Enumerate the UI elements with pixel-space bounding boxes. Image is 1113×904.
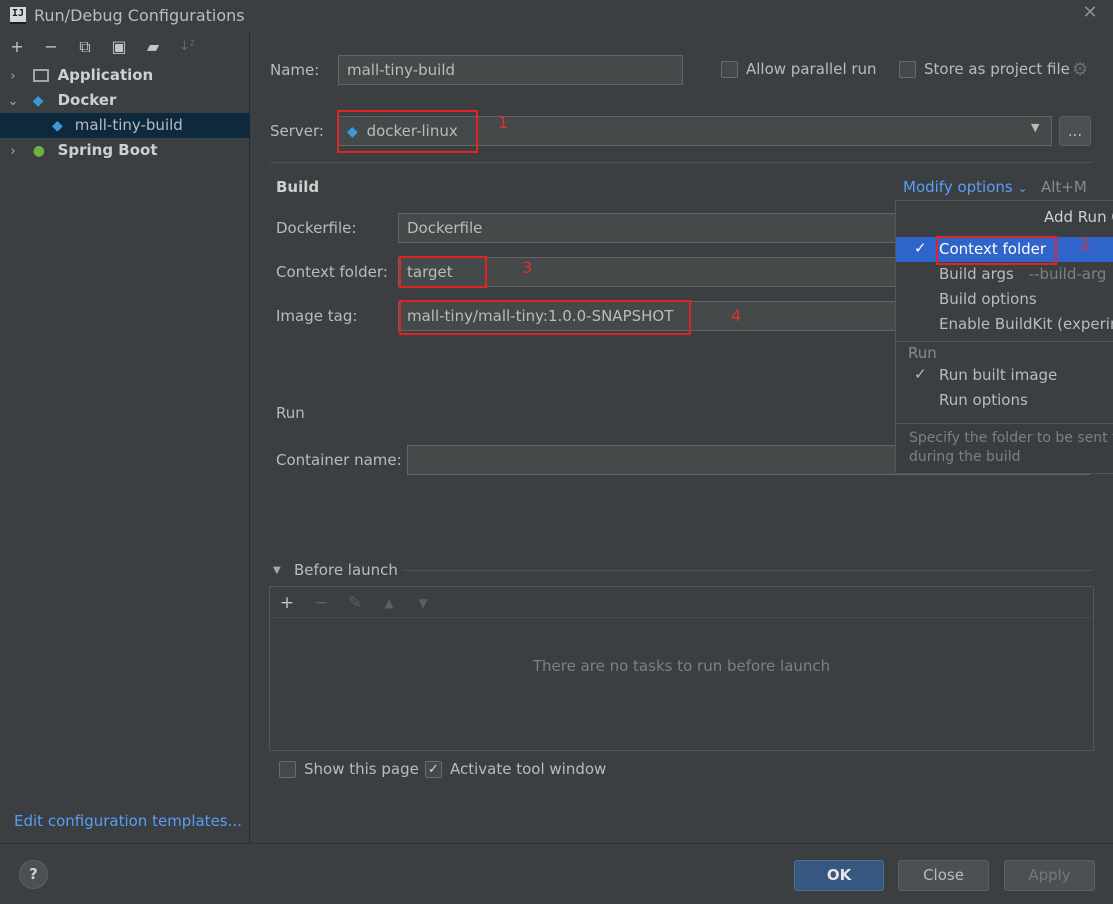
tree-item-docker[interactable]: ⌄ ◆ Docker: [0, 88, 250, 113]
tree-item-application[interactable]: › Application: [0, 63, 250, 88]
checkmark-icon: ✓: [914, 365, 927, 383]
activate-tool-label: Activate tool window: [450, 760, 607, 778]
remove-config-button[interactable]: −: [40, 36, 62, 58]
annotation-box-1: [337, 110, 478, 153]
add-config-button[interactable]: +: [6, 36, 28, 58]
popup-item-label: Run options: [939, 391, 1028, 409]
edit-templates-link[interactable]: Edit configuration templates...: [14, 812, 242, 830]
apply-button[interactable]: Apply: [1004, 860, 1095, 891]
help-button[interactable]: ?: [19, 860, 48, 889]
popup-item-hint: --build-arg: [1028, 265, 1107, 283]
intellij-app-icon: IJ: [10, 7, 26, 24]
popup-item-label: Build args: [939, 265, 1014, 283]
gear-icon[interactable]: ⚙: [1072, 59, 1088, 80]
activate-tool-checkbox[interactable]: ✓: [425, 761, 442, 778]
popup-item-build-args[interactable]: Build args --build-arg: [896, 262, 1113, 287]
add-task-icon[interactable]: +: [277, 593, 297, 613]
popup-item-build-options[interactable]: Build options: [896, 287, 1113, 312]
remove-task-icon[interactable]: −: [311, 593, 331, 613]
popup-description-line: during the build: [909, 449, 1021, 465]
tree-item-label: Spring Boot: [57, 141, 158, 159]
show-page-label: Show this page: [304, 760, 419, 778]
modify-options-link[interactable]: Modify options ⌄: [903, 178, 1028, 196]
edit-task-icon[interactable]: ✎: [345, 593, 365, 613]
server-more-button[interactable]: ...: [1059, 116, 1091, 146]
shortcut-hint: Alt+M: [1041, 178, 1087, 196]
tree-item-spring-boot[interactable]: › ● Spring Boot: [0, 138, 250, 163]
modify-options-label: Modify options: [903, 178, 1013, 196]
spring-boot-icon: ●: [32, 143, 45, 159]
application-icon: [32, 69, 49, 82]
popup-description-line: Specify the folder to be sent to: [909, 430, 1113, 446]
run-header: Run: [276, 404, 305, 422]
show-page-checkbox[interactable]: [279, 761, 296, 778]
tree-item-label: Docker: [57, 91, 117, 109]
tree-item-label: Application: [57, 66, 154, 84]
tree-item-mall-tiny-build[interactable]: ◆ mall-tiny-build: [0, 113, 250, 138]
popup-item-run-built-image[interactable]: Run built image: [896, 363, 1113, 388]
server-label: Server:: [270, 122, 324, 140]
before-launch-header: Before launch: [294, 561, 398, 579]
dockerfile-field[interactable]: Dockerfile: [398, 213, 898, 243]
docker-config-icon: ◆: [52, 118, 63, 134]
container-name-label: Container name:: [276, 451, 402, 469]
image-tag-label: Image tag:: [276, 307, 358, 325]
move-up-icon[interactable]: ▲: [379, 593, 399, 613]
build-header: Build: [276, 178, 320, 196]
annotation-number: 2: [1080, 235, 1091, 254]
divider: [402, 570, 1093, 571]
window-title: Run/Debug Configurations: [34, 6, 245, 25]
chevron-down-icon: ⌄: [7, 94, 19, 109]
chevron-right-icon: ›: [10, 144, 16, 159]
name-label: Name:: [270, 61, 320, 79]
annotation-number: 1: [498, 113, 509, 132]
popup-item-label: Run built image: [939, 366, 1058, 384]
popup-header: Add Run Options: [1044, 208, 1113, 226]
dockerfile-label: Dockerfile:: [276, 219, 357, 237]
docker-icon: ◆: [32, 93, 44, 109]
context-folder-label: Context folder:: [276, 263, 388, 281]
footer-divider: [0, 843, 1113, 844]
annotation-box-4: [399, 300, 691, 335]
name-field[interactable]: mall-tiny-build: [338, 55, 683, 85]
close-window-icon[interactable]: ✕: [1081, 3, 1099, 23]
new-folder-button[interactable]: ▰: [142, 36, 164, 58]
annotation-box-3: [399, 256, 487, 288]
annotation-box-2: [936, 236, 1057, 265]
copy-config-button[interactable]: ⧉: [74, 36, 96, 58]
sort-button[interactable]: ↓²: [176, 36, 198, 58]
dropdown-arrow-icon[interactable]: ▼: [1031, 121, 1039, 134]
store-project-checkbox[interactable]: [899, 61, 916, 78]
divider: [896, 341, 1113, 342]
tree-item-label: mall-tiny-build: [74, 116, 183, 134]
popup-item-enable-buildkit[interactable]: Enable BuildKit (experimental): [896, 312, 1113, 337]
chevron-right-icon: ›: [10, 69, 16, 84]
no-tasks-message: There are no tasks to run before launch: [532, 657, 831, 675]
allow-parallel-label: Allow parallel run: [746, 60, 877, 78]
annotation-number: 4: [731, 306, 742, 325]
divider: [270, 162, 1093, 163]
close-button[interactable]: Close: [898, 860, 989, 891]
allow-parallel-checkbox[interactable]: [721, 61, 738, 78]
ok-button[interactable]: OK: [794, 860, 884, 891]
popup-item-run-options[interactable]: Run options: [896, 388, 1113, 413]
checkmark-icon: ✓: [914, 239, 927, 257]
move-down-icon[interactable]: ▼: [413, 593, 433, 613]
chevron-down-icon: ⌄: [1017, 181, 1028, 195]
save-config-button[interactable]: ▣: [108, 36, 130, 58]
popup-item-label: Enable BuildKit (experimental): [939, 315, 1113, 333]
store-project-label: Store as project file: [924, 60, 1070, 78]
divider: [270, 617, 1093, 618]
popup-item-label: Build options: [939, 290, 1037, 308]
annotation-number: 3: [522, 258, 533, 277]
popup-section-run: Run: [908, 344, 937, 362]
collapse-triangle-icon[interactable]: ▼: [273, 565, 281, 576]
